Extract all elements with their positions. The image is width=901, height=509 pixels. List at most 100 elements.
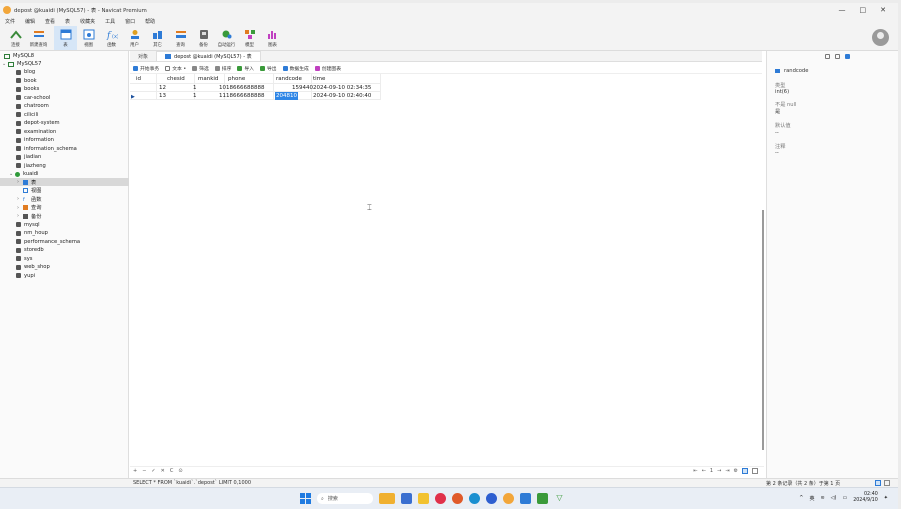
- data-generation-button[interactable]: 数据生成: [282, 65, 309, 72]
- last-page-button[interactable]: ⇥: [725, 468, 729, 474]
- grid-view-icon[interactable]: [875, 480, 881, 486]
- nav-kuaidi-backups[interactable]: › 备份: [17, 212, 41, 220]
- prev-page-button[interactable]: ←: [702, 468, 706, 474]
- cell-time[interactable]: 2024-09-10 02:40:40: [313, 92, 371, 100]
- cell-id[interactable]: 12: [159, 84, 166, 92]
- nav-db-chatroom[interactable]: chatroom: [16, 102, 49, 110]
- chrome-icon[interactable]: [452, 493, 463, 504]
- menu-view[interactable]: 查看: [45, 18, 55, 25]
- nav-kuaidi-queries[interactable]: › 查询: [17, 204, 41, 212]
- nav-db-information-schema[interactable]: information_schema: [16, 145, 77, 153]
- app-red-icon[interactable]: [435, 493, 446, 504]
- battery-icon[interactable]: ▭: [842, 495, 847, 501]
- sort-button[interactable]: 排序: [214, 65, 231, 72]
- nav-db-blog[interactable]: blog: [16, 68, 35, 76]
- minimize-button[interactable]: —: [839, 6, 846, 14]
- cell-randcode-selected[interactable]: 204810: [275, 92, 298, 100]
- nav-connection-mysql8[interactable]: MySQL8: [4, 52, 34, 60]
- delete-record-button[interactable]: −: [142, 468, 146, 474]
- cell-mankid[interactable]: 11: [219, 92, 226, 100]
- cell-randcode[interactable]: 159440: [292, 84, 313, 92]
- form-view-icon[interactable]: [752, 468, 758, 474]
- discard-changes-button[interactable]: ✕: [161, 468, 165, 474]
- connect-button[interactable]: 连接: [4, 26, 27, 50]
- nav-kuaidi-tables[interactable]: › 表: [0, 178, 129, 186]
- function-button[interactable]: f(x) 函数: [100, 26, 123, 50]
- info-icon[interactable]: [825, 54, 830, 59]
- nav-kuaidi-functions[interactable]: › f 函数: [17, 195, 41, 203]
- chart-button[interactable]: 图表: [261, 26, 284, 50]
- nav-db-mysql[interactable]: mysql: [16, 221, 40, 229]
- maximize-button[interactable]: □: [860, 6, 867, 14]
- automation-button[interactable]: 自动运行: [215, 26, 238, 50]
- app-green-icon[interactable]: [537, 493, 548, 504]
- export-button[interactable]: 导出: [259, 65, 277, 72]
- other-button[interactable]: 其它: [146, 26, 169, 50]
- nav-db-yupi[interactable]: yupi: [16, 272, 35, 280]
- column-header-mankid[interactable]: mankid: [198, 75, 218, 83]
- nav-db-jiazheng[interactable]: jiazheng: [16, 162, 46, 170]
- taskbar-search[interactable]: ⌕ 搜索: [317, 493, 373, 504]
- nav-db-web-shop[interactable]: web_shop: [16, 263, 50, 271]
- nav-db-jiadian[interactable]: jiadian: [16, 153, 41, 161]
- cell-id[interactable]: 13: [159, 92, 166, 100]
- nav-db-sys[interactable]: sys: [16, 255, 32, 263]
- user-avatar-icon[interactable]: [872, 29, 889, 46]
- menu-favorites[interactable]: 收藏夹: [80, 18, 95, 25]
- widgets-icon[interactable]: [379, 493, 395, 504]
- app-editor-icon[interactable]: [520, 493, 531, 504]
- ddl-icon[interactable]: [835, 54, 840, 59]
- cell-chesid[interactable]: 1: [193, 84, 197, 92]
- nav-db-information[interactable]: information: [16, 136, 54, 144]
- menu-help[interactable]: 帮助: [145, 18, 155, 25]
- ime-language[interactable]: 英: [809, 495, 814, 502]
- table-button[interactable]: 表: [54, 26, 77, 50]
- nav-db-performance-schema[interactable]: performance_schema: [16, 238, 80, 246]
- query-button[interactable]: 查询: [169, 26, 192, 50]
- start-menu-icon[interactable]: [300, 493, 311, 504]
- nav-db-depot-system[interactable]: depot-system: [16, 119, 60, 127]
- cell-mankid[interactable]: 10: [219, 84, 226, 92]
- nav-connection-mysql57[interactable]: ⌄ MySQL57: [2, 60, 41, 68]
- cell-phone[interactable]: 18666688888: [226, 84, 265, 92]
- tab-depost-table[interactable]: depost @kuaidi (MySQL57) - 表: [156, 51, 261, 61]
- grid-vertical-scrollbar[interactable]: [762, 210, 764, 450]
- import-button[interactable]: 导入: [237, 65, 254, 72]
- page-number[interactable]: 1: [710, 468, 713, 474]
- page-settings-button[interactable]: ⚙: [734, 468, 738, 474]
- nav-db-storedb[interactable]: storedb: [16, 246, 44, 254]
- model-button[interactable]: 模型: [238, 26, 261, 50]
- nav-db-nm-houp[interactable]: nm_houp: [16, 229, 48, 237]
- menu-window[interactable]: 窗口: [125, 18, 135, 25]
- nav-db-car-school[interactable]: car-school: [16, 94, 50, 102]
- menu-edit[interactable]: 编辑: [25, 18, 35, 25]
- nav-db-cilicili[interactable]: cilicili: [16, 111, 38, 119]
- volume-icon[interactable]: ◁): [831, 495, 837, 501]
- backup-button[interactable]: 备份: [192, 26, 215, 50]
- menu-file[interactable]: 文件: [5, 18, 15, 25]
- cell-chesid[interactable]: 1: [193, 92, 197, 100]
- menu-tools[interactable]: 工具: [105, 18, 115, 25]
- stop-button[interactable]: ⊙: [178, 468, 182, 474]
- nav-kuaidi-views[interactable]: 视图: [23, 187, 41, 195]
- add-record-button[interactable]: +: [133, 468, 137, 474]
- nav-db-books[interactable]: books: [16, 85, 39, 93]
- tray-expand-icon[interactable]: ^: [799, 495, 803, 501]
- navicat-taskbar-icon[interactable]: [503, 493, 514, 504]
- grid-view-icon[interactable]: [742, 468, 748, 474]
- task-view-icon[interactable]: [401, 493, 412, 504]
- refresh-button[interactable]: C: [170, 468, 174, 474]
- first-page-button[interactable]: ⇤: [694, 468, 698, 474]
- nav-db-book[interactable]: book: [16, 77, 37, 85]
- column-header-time[interactable]: time: [313, 75, 325, 83]
- text-button[interactable]: 文本 •: [165, 65, 186, 72]
- cell-time[interactable]: 2024-09-10 02:34:35: [313, 84, 371, 92]
- menu-table[interactable]: 表: [65, 18, 70, 25]
- column-header-randcode[interactable]: randcode: [276, 75, 302, 83]
- app-blue-icon[interactable]: [486, 493, 497, 504]
- new-query-button[interactable]: 新建查询: [27, 26, 50, 50]
- cell-phone[interactable]: 18666688888: [226, 92, 265, 100]
- begin-transaction-button[interactable]: 开始事务: [133, 65, 159, 72]
- form-view-icon[interactable]: [884, 480, 890, 486]
- view-button[interactable]: 视图: [77, 26, 100, 50]
